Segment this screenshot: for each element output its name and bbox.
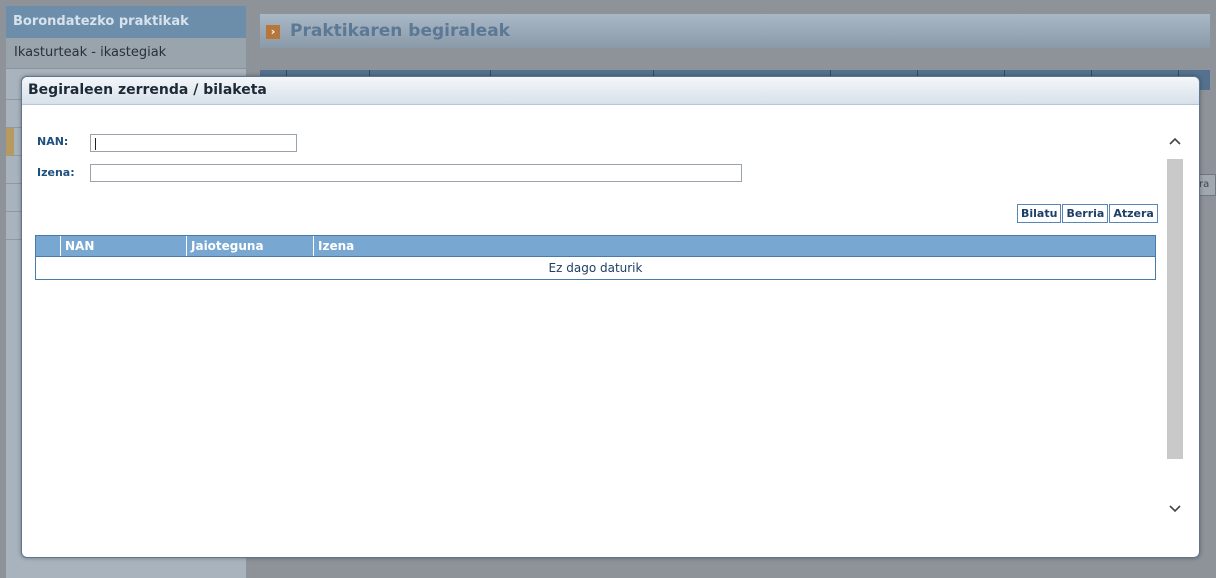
search-dialog: Begiraleen zerrenda / bilaketa NAN: Izen… bbox=[21, 76, 1200, 558]
page-title: Praktikaren begiraleak bbox=[290, 21, 510, 41]
dialog-titlebar: Begiraleen zerrenda / bilaketa bbox=[22, 77, 1199, 105]
table-header: NAN Jaioteguna Izena bbox=[36, 236, 1155, 256]
column-header-izena[interactable]: Izena bbox=[314, 236, 1155, 256]
text-cursor bbox=[95, 138, 96, 150]
search-button[interactable]: Bilatu bbox=[1017, 204, 1062, 223]
column-header-nan[interactable]: NAN bbox=[61, 236, 187, 256]
sidebar-section-title: Borondatezko praktikak bbox=[6, 6, 246, 38]
chevron-right-icon: › bbox=[266, 25, 280, 39]
scrollbar-thumb[interactable] bbox=[1167, 159, 1183, 459]
sidebar-item-ikasturteak[interactable]: Ikasturteak - ikastegiak bbox=[6, 38, 246, 69]
izena-field[interactable] bbox=[90, 164, 742, 182]
new-button[interactable]: Berria bbox=[1062, 204, 1109, 223]
vertical-scrollbar[interactable] bbox=[1164, 115, 1184, 543]
izena-label: Izena: bbox=[37, 166, 75, 179]
chevron-down-icon[interactable] bbox=[1166, 501, 1184, 519]
nan-label: NAN: bbox=[37, 135, 69, 148]
chevron-up-icon[interactable] bbox=[1166, 133, 1184, 151]
results-table: NAN Jaioteguna Izena Ez dago daturik bbox=[35, 235, 1156, 280]
action-buttons: Bilatu Berria Atzera bbox=[1017, 204, 1159, 223]
nan-field[interactable] bbox=[90, 134, 297, 152]
back-button[interactable]: Atzera bbox=[1109, 204, 1158, 223]
empty-message: Ez dago daturik bbox=[36, 256, 1155, 279]
background-button[interactable]: ra bbox=[1198, 174, 1216, 196]
page-header: › Praktikaren begiraleak bbox=[260, 14, 1210, 48]
column-header-jaioteguna[interactable]: Jaioteguna bbox=[187, 236, 314, 256]
dialog-title: Begiraleen zerrenda / bilaketa bbox=[28, 82, 267, 98]
column-header-select bbox=[36, 236, 61, 256]
